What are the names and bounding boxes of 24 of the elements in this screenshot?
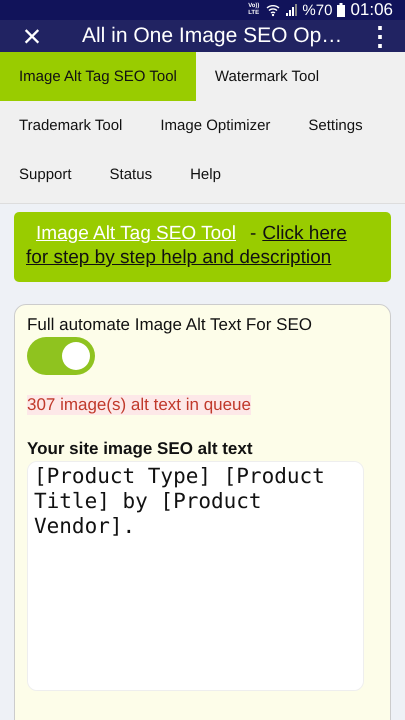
toggle-label: Full automate Image Alt Text For SEO: [27, 315, 312, 335]
separator-text: -: [250, 222, 256, 246]
wifi-icon: [266, 3, 280, 17]
queue-status: 307 image(s) alt text in queue: [27, 395, 251, 415]
alt-text-field[interactable]: [Product Type] [Product Title] by [Product Vendor].: [27, 461, 364, 691]
tab[interactable]: Watermark Tool: [196, 52, 338, 101]
field-label: Your site image SEO alt text: [27, 439, 252, 459]
signal-icon: [285, 4, 298, 16]
battery-percent: %70: [302, 2, 332, 18]
tab[interactable]: Image Alt Tag SEO Tool: [0, 52, 196, 101]
help-link[interactable]: Click here: [262, 222, 347, 246]
menu-button[interactable]: ⋮: [367, 20, 391, 52]
battery-icon: [337, 3, 346, 17]
help-link[interactable]: for step by step help and description: [26, 246, 332, 270]
tab[interactable]: Status: [90, 150, 172, 199]
close-button[interactable]: ×: [16, 20, 48, 52]
tab[interactable]: Settings: [289, 101, 382, 150]
tab[interactable]: Image Optimizer: [141, 101, 290, 150]
tab[interactable]: Help: [171, 150, 240, 199]
clock: 01:06: [350, 0, 393, 20]
tab[interactable]: Trademark Tool: [0, 101, 142, 150]
app-title: All in One Image SEO Op…: [82, 24, 344, 48]
tab[interactable]: Support: [0, 150, 91, 199]
toggle-switch[interactable]: [27, 337, 95, 375]
